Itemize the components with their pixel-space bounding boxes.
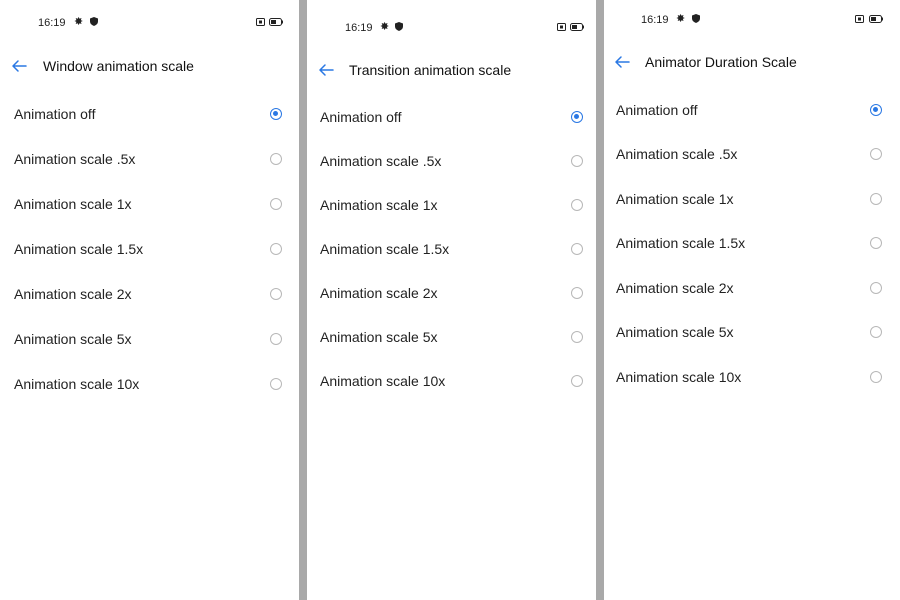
option-scale-2x[interactable]: Animation scale 2x (604, 273, 900, 305)
option-label: Animation scale 5x (616, 324, 734, 340)
app-bar: Animator Duration Scale (604, 53, 900, 81)
radio-button[interactable] (571, 331, 583, 343)
radio-button[interactable] (270, 198, 282, 210)
radio-button[interactable] (270, 378, 282, 390)
screen-icon (557, 23, 566, 31)
radio-button[interactable] (870, 237, 882, 249)
battery-icon (269, 18, 283, 26)
shield-icon (90, 17, 98, 26)
back-arrow-icon[interactable] (317, 61, 335, 79)
option-label: Animation scale 2x (14, 286, 132, 302)
app-bar: Transition animation scale (307, 61, 596, 89)
page-title: Window animation scale (43, 58, 194, 74)
status-bar: 16:19 ✸ (307, 19, 596, 39)
option-label: Animation scale 5x (14, 331, 132, 347)
status-bar: 16:19 ✸ (604, 11, 900, 31)
option-scale-10x[interactable]: Animation scale 10x (307, 366, 596, 398)
option-label: Animation scale 1x (14, 196, 132, 212)
option-label: Animation scale 2x (320, 285, 438, 301)
app-bar: Window animation scale (0, 57, 299, 85)
option-scale-0.5x[interactable]: Animation scale .5x (604, 139, 900, 171)
option-label: Animation scale 1x (320, 197, 438, 213)
battery-icon (869, 15, 883, 23)
gear-icon: ✸ (74, 16, 84, 28)
radio-button[interactable] (870, 282, 882, 294)
radio-button[interactable] (571, 155, 583, 167)
shield-icon (395, 22, 403, 31)
gear-icon: ✸ (380, 21, 390, 33)
page-title: Animator Duration Scale (645, 54, 797, 70)
option-animation-off[interactable]: Animation off (604, 95, 900, 127)
radio-button[interactable] (270, 333, 282, 345)
option-label: Animation scale 1.5x (14, 241, 144, 257)
option-label: Animation scale 10x (616, 369, 742, 385)
status-time: 16:19 (38, 17, 66, 29)
shield-icon (692, 14, 700, 23)
option-scale-1x[interactable]: Animation scale 1x (0, 189, 299, 221)
option-label: Animation scale 5x (320, 329, 438, 345)
battery-icon (570, 23, 584, 31)
option-label: Animation scale 10x (14, 376, 140, 392)
option-scale-2x[interactable]: Animation scale 2x (307, 278, 596, 310)
radio-button[interactable] (270, 243, 282, 255)
option-scale-1.5x[interactable]: Animation scale 1.5x (0, 234, 299, 266)
gear-icon: ✸ (676, 13, 686, 25)
option-scale-5x[interactable]: Animation scale 5x (307, 322, 596, 354)
option-label: Animation scale 2x (616, 280, 734, 296)
radio-button[interactable] (270, 153, 282, 165)
radio-button[interactable] (870, 371, 882, 383)
option-label: Animation scale .5x (320, 153, 442, 169)
back-arrow-icon[interactable] (613, 53, 631, 71)
back-arrow-icon[interactable] (10, 57, 28, 75)
radio-button[interactable] (571, 243, 583, 255)
option-label: Animation scale .5x (616, 146, 738, 162)
page-title: Transition animation scale (349, 62, 512, 78)
option-animation-off[interactable]: Animation off (0, 99, 299, 131)
radio-button-selected[interactable] (571, 111, 583, 123)
status-time: 16:19 (641, 14, 669, 26)
option-label: Animation scale 1.5x (616, 235, 746, 251)
option-animation-off[interactable]: Animation off (307, 102, 596, 134)
option-scale-0.5x[interactable]: Animation scale .5x (307, 146, 596, 178)
radio-button-selected[interactable] (270, 108, 282, 120)
option-scale-1.5x[interactable]: Animation scale 1.5x (604, 228, 900, 260)
panel-divider (596, 0, 604, 600)
option-scale-1x[interactable]: Animation scale 1x (604, 184, 900, 216)
transition-animation-scale-screen: 16:19 ✸ Transition animation scale Anima… (307, 0, 596, 600)
option-scale-10x[interactable]: Animation scale 10x (0, 369, 299, 401)
option-label: Animation off (14, 106, 96, 122)
screen-icon (256, 18, 265, 26)
radio-button[interactable] (870, 193, 882, 205)
radio-button[interactable] (270, 288, 282, 300)
option-scale-5x[interactable]: Animation scale 5x (0, 324, 299, 356)
status-time: 16:19 (345, 22, 373, 34)
radio-button[interactable] (870, 326, 882, 338)
option-label: Animation scale .5x (14, 151, 136, 167)
radio-button-selected[interactable] (870, 104, 882, 116)
radio-button[interactable] (571, 199, 583, 211)
option-label: Animation scale 10x (320, 373, 446, 389)
option-label: Animation off (616, 102, 698, 118)
option-label: Animation scale 1.5x (320, 241, 450, 257)
window-animation-scale-screen: 16:19 ✸ Window animation scale Animation… (0, 0, 299, 600)
screen-icon (855, 15, 864, 23)
option-scale-5x[interactable]: Animation scale 5x (604, 317, 900, 349)
option-scale-2x[interactable]: Animation scale 2x (0, 279, 299, 311)
option-scale-0.5x[interactable]: Animation scale .5x (0, 144, 299, 176)
option-scale-1x[interactable]: Animation scale 1x (307, 190, 596, 222)
option-label: Animation off (320, 109, 402, 125)
option-scale-10x[interactable]: Animation scale 10x (604, 362, 900, 394)
option-scale-1.5x[interactable]: Animation scale 1.5x (307, 234, 596, 266)
animator-duration-scale-screen: 16:19 ✸ Animator Duration Scale Animatio… (604, 0, 900, 600)
radio-button[interactable] (571, 287, 583, 299)
status-bar: 16:19 ✸ (0, 14, 299, 34)
radio-button[interactable] (870, 148, 882, 160)
radio-button[interactable] (571, 375, 583, 387)
panel-divider (299, 0, 307, 600)
option-label: Animation scale 1x (616, 191, 734, 207)
